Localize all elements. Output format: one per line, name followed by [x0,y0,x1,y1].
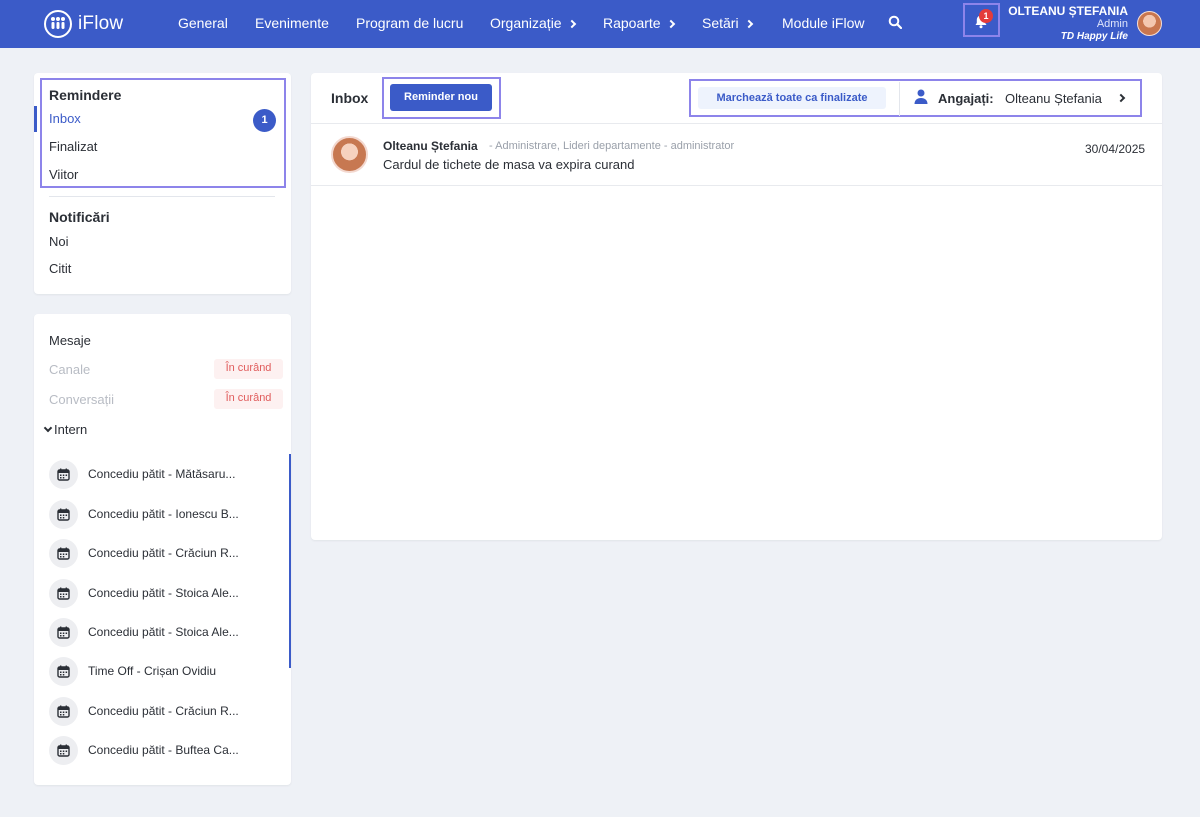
logo-icon [44,10,72,38]
user-role: Admin [1096,18,1128,30]
conversation-label: Concediu pătit - Stoica Ale... [88,586,239,600]
active-indicator [34,106,37,132]
notifications-button[interactable]: 1 [963,3,1000,37]
messages-card: Mesaje Canale În curând Conversații În c… [34,314,291,785]
conversation-item[interactable]: Concediu pătit - Crăciun R... [49,696,284,726]
user-avatar[interactable] [1137,11,1162,36]
conversations-soon-tag: În curând [214,389,283,409]
calendar-icon [49,735,78,765]
conversation-item[interactable]: Concediu pătit - Stoica Ale... [49,578,284,608]
user-company: TD Happy Life [1060,31,1128,42]
top-bar: iFlow General Evenimente Program de lucr… [0,0,1200,48]
sidebar-item-inbox[interactable]: Inbox [49,111,81,126]
intern-toggle[interactable]: Intern [43,422,87,437]
new-reminder-button[interactable]: Reminder nou [390,84,492,111]
divider [49,196,275,197]
conversation-item[interactable]: Concediu pătit - Ionescu B... [49,499,284,529]
conversation-label: Concediu pătit - Crăciun R... [88,546,239,560]
user-name[interactable]: OLTEANU ȘTEFANIA [1008,4,1128,18]
conversation-item[interactable]: Concediu pătit - Stoica Ale... [49,617,284,647]
calendar-icon [49,499,78,529]
nav-item-module-iflow[interactable]: Module iFlow [782,15,864,31]
avatar [331,136,368,173]
inbox-count-badge: 1 [253,109,276,132]
conversation-item[interactable]: Concediu pătit - Crăciun R... [49,538,284,568]
nav-label: General [178,15,228,31]
nav-item-setari[interactable]: Setări [702,15,753,31]
calendar-icon [49,656,78,686]
app-name: iFlow [78,13,124,34]
search-icon[interactable] [888,15,903,34]
calendar-icon [49,578,78,608]
nav-label: Rapoarte [603,15,661,31]
chevron-right-icon [744,19,753,29]
conversation-item[interactable]: Time Off - Crișan Ovidiu [49,656,284,686]
nav-item-organizatie[interactable]: Organizație [490,15,576,31]
divider [899,82,900,116]
channels-soon-tag: În curând [214,359,283,379]
nav-item-general[interactable]: General [178,15,228,31]
calendar-icon [49,696,78,726]
sidebar-item-viitor[interactable]: Viitor [49,167,78,182]
nav-label: Organizație [490,15,562,31]
conversation-label: Time Off - Crișan Ovidiu [88,664,217,678]
intern-label: Intern [54,422,88,437]
calendar-icon [49,459,78,489]
reminder-meta: - Administrare, Lideri departamente - ad… [489,140,735,152]
chevron-right-icon [567,19,576,29]
app-logo[interactable]: iFlow [44,10,123,38]
notifications-title: Notificări [49,209,110,225]
employee-filter-value[interactable]: Olteanu Ștefania [1005,91,1102,106]
conversation-item[interactable]: Concediu pătit - Mătăsaru... [49,459,284,489]
inbox-panel: Inbox Reminder nou Marchează toate ca fi… [311,73,1162,540]
conversations-label: Conversații [49,392,115,407]
calendar-icon [49,617,78,647]
chevron-down-icon [43,423,53,432]
conversation-label: Concediu pătit - Stoica Ale... [88,625,239,639]
employee-filter-label: Angajați: [938,91,994,106]
nav-item-program-de-lucru[interactable]: Program de lucru [356,15,463,31]
reminders-card: Remindere Inbox 1 Finalizat Viitor Notif… [34,73,291,294]
nav-label: Setări [702,15,739,31]
reminders-title: Remindere [49,87,122,103]
conversation-label: Concediu pătit - Ionescu B... [88,507,239,521]
conversation-label: Concediu pătit - Buftea Ca... [88,743,239,757]
conversation-label: Concediu pătit - Mătăsaru... [88,467,236,481]
calendar-icon [49,538,78,568]
conversation-item[interactable]: Concediu pătit - Buftea Ca... [49,735,284,765]
reminder-date: 30/04/2025 [1085,142,1146,156]
reminder-author: Olteanu Ștefania [383,139,478,153]
sidebar-item-finalizat[interactable]: Finalizat [49,139,97,154]
messages-title: Mesaje [49,333,91,348]
reminder-row[interactable]: Olteanu Ștefania - Administrare, Lideri … [311,124,1162,186]
channels-label: Canale [49,362,91,377]
scrollbar[interactable] [289,454,291,668]
nav-label: Program de lucru [356,15,464,31]
mark-all-done-button[interactable]: Marchează toate ca finalizate [698,87,886,109]
nav-item-rapoarte[interactable]: Rapoarte [603,15,675,31]
conversation-label: Concediu pătit - Crăciun R... [88,704,239,718]
reminder-text: Cardul de tichete de masa va expira cura… [383,157,635,172]
sidebar-item-noi[interactable]: Noi [49,234,69,249]
sidebar-item-citit[interactable]: Citit [49,261,71,276]
nav-item-evenimente[interactable]: Evenimente [255,15,329,31]
user-icon [914,89,928,109]
chevron-right-icon [666,19,675,29]
notification-count-badge: 1 [979,9,993,23]
inbox-title: Inbox [331,90,369,106]
nav-label: Evenimente [255,15,329,31]
nav-label: Module iFlow [782,15,865,31]
